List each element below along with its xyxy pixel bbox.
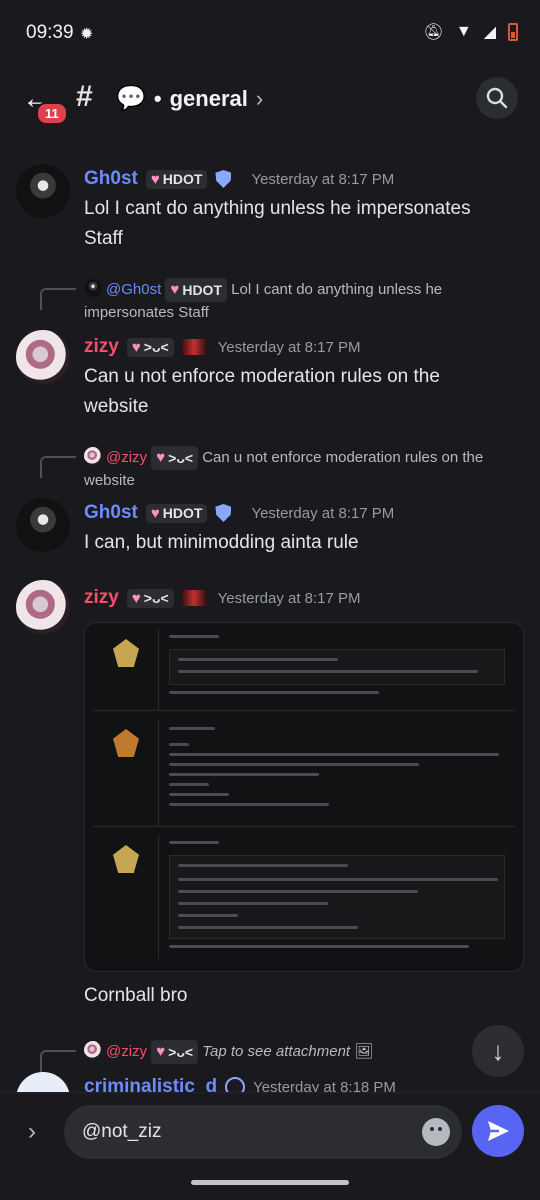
search-button[interactable] xyxy=(476,77,518,119)
send-button[interactable] xyxy=(472,1105,524,1157)
role-icon xyxy=(181,339,206,355)
username[interactable]: Gh0st xyxy=(84,168,138,190)
avatar[interactable] xyxy=(16,164,70,218)
reply-author: @zizy xyxy=(106,449,148,466)
reply-preview[interactable]: @Gh0st ♥ HDOT Lol I cant do anything unle… xyxy=(84,278,504,324)
home-indicator[interactable] xyxy=(191,1180,349,1185)
message-text[interactable]: Lol I cant do anything unless he imperso… xyxy=(84,194,504,254)
username[interactable]: zizy xyxy=(84,336,119,358)
emoji-icon[interactable] xyxy=(422,1118,450,1146)
reply-spine xyxy=(40,456,76,478)
channel-name: general xyxy=(169,85,248,111)
avatar[interactable] xyxy=(16,498,70,552)
expand-chevron-icon[interactable]: › xyxy=(28,1118,36,1146)
timestamp: Yesterday at 8:17 PM xyxy=(217,338,361,356)
forum-post-thumb xyxy=(93,629,515,711)
speech-bubble-icon: 💬 xyxy=(116,85,146,112)
message-text[interactable]: I can, but minimodding ainta rule xyxy=(84,528,504,558)
role-icon xyxy=(181,590,206,606)
reply-text: Tap to see attachment xyxy=(202,1043,351,1060)
bullet: • xyxy=(153,85,162,111)
message-input[interactable]: @not_ziz xyxy=(64,1105,462,1159)
search-icon xyxy=(486,87,508,109)
message-header: Gh0st ♥ HDOT Yesterday at 8:17 PM xyxy=(84,502,394,524)
signal-icon: ◢ xyxy=(483,24,496,41)
status-time: 09:39 xyxy=(26,22,74,43)
message-header: zizy ♥ ˃ᴗ˂ Yesterday at 8:17 PM xyxy=(84,336,361,358)
forum-post-thumb xyxy=(93,719,515,827)
guild-tag: ♥ ˃ᴗ˂ xyxy=(151,446,199,470)
timestamp: Yesterday at 8:17 PM xyxy=(251,170,395,188)
message-header: zizy ♥ ˃ᴗ˂ Yesterday at 8:17 PM xyxy=(84,587,361,609)
message-text[interactable]: Cornball bro xyxy=(84,985,188,1007)
wifi-icon: ▼ xyxy=(455,23,472,40)
forum-post-thumb xyxy=(93,835,515,959)
guild-tag[interactable]: ♥ HDOT xyxy=(145,503,208,523)
image-icon: 🖼︎ xyxy=(354,1043,374,1060)
image-attachment[interactable] xyxy=(84,622,524,972)
reply-author: @Gh0st xyxy=(106,281,162,298)
guild-tag[interactable]: ♥ ˃ᴗ˂ xyxy=(126,588,174,608)
status-bar: 09:39 ✹ 🔕︎ ▼ ◢ xyxy=(0,0,540,70)
scroll-to-bottom-button[interactable]: ↓ xyxy=(472,1025,524,1077)
guild-tag[interactable]: ♥ ˃ᴗ˂ xyxy=(126,337,174,357)
channel-hash-icon: # xyxy=(76,80,93,113)
guild-tag: ♥ HDOT xyxy=(165,278,227,302)
avatar[interactable] xyxy=(16,580,70,634)
message-text[interactable]: Can u not enforce moderation rules on th… xyxy=(84,362,504,422)
message-input-value[interactable]: @not_ziz xyxy=(82,1121,162,1143)
username[interactable]: zizy xyxy=(84,587,119,609)
send-icon xyxy=(488,1121,509,1141)
reply-spine xyxy=(40,288,76,310)
unread-badge: 11 xyxy=(36,102,68,125)
mini-avatar xyxy=(84,447,102,465)
notification-icon: ✹ xyxy=(80,26,94,43)
timestamp: Yesterday at 8:17 PM xyxy=(251,504,395,522)
avatar[interactable] xyxy=(16,330,70,384)
mini-avatar xyxy=(84,1041,102,1059)
shield-icon xyxy=(215,170,232,188)
reply-preview[interactable]: @zizy ♥ ˃ᴗ˂ Tap to see attachment 🖼︎ xyxy=(84,1040,454,1064)
battery-icon xyxy=(508,23,518,41)
status-icons: 🔕︎ ▼ ◢ xyxy=(424,22,518,42)
reply-author: @zizy xyxy=(106,1043,148,1060)
mini-avatar xyxy=(84,279,102,297)
username[interactable]: Gh0st xyxy=(84,502,138,524)
message-header: Gh0st ♥ HDOT Yesterday at 8:17 PM xyxy=(84,168,394,190)
heart-icon: ♥ xyxy=(150,170,160,188)
chevron-right-icon: › xyxy=(255,85,264,111)
guild-tag[interactable]: ♥ HDOT xyxy=(145,169,208,189)
reply-preview[interactable]: @zizy ♥ ˃ᴗ˂ Can u not enforce moderation … xyxy=(84,446,504,492)
reply-spine xyxy=(40,1050,76,1072)
arrow-down-icon: ↓ xyxy=(491,1035,505,1066)
guild-tag: ♥ ˃ᴗ˂ xyxy=(151,1040,199,1064)
shield-icon xyxy=(215,504,232,522)
mute-icon: 🔕︎ xyxy=(423,24,444,41)
timestamp: Yesterday at 8:17 PM xyxy=(217,589,361,607)
channel-title[interactable]: 💬 • general › xyxy=(116,84,263,113)
